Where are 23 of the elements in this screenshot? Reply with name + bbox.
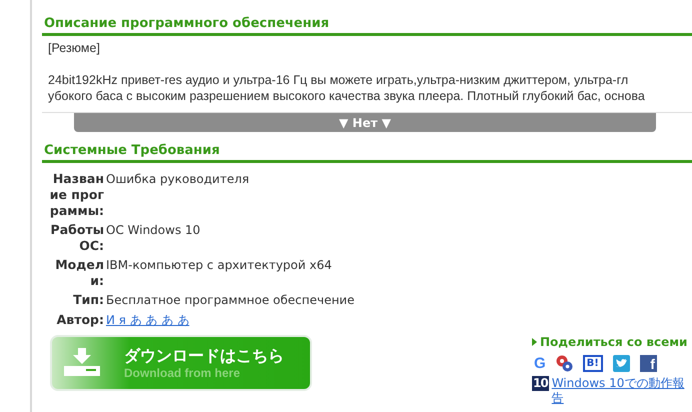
field-label: Автор: [56,312,104,329]
bookmark-icon[interactable]: B! [582,355,603,372]
collapse-button[interactable]: ▼ Нет ▼ [74,113,656,132]
share-heading: Поделиться со всеми [540,335,688,349]
field-value: ОС Windows 10 [106,222,200,239]
field-label: Работы ОС: [50,222,104,254]
field-label: Модели: [54,257,104,289]
field-value: Бесплатное программное обеспечение [106,292,354,309]
field-value: Ошибка руководителя [106,171,250,188]
summary-label: [Резюме] [48,40,101,56]
author-link[interactable]: И я あ あ あ あ [106,312,190,329]
download-button[interactable]: ダウンロードはこちら Download from here [50,335,312,391]
windows-ten-icon: 10 [532,376,549,391]
field-value: IBM-компьютер с архитектурой x64 [106,257,332,274]
field-label: Название программы: [48,171,104,219]
share-icon[interactable]: G [534,355,546,372]
field-label: Тип: [72,292,104,309]
section-heading: Системные Требования [42,142,692,163]
description-text: 24bit192kHz привет-res аудио и ультра-16 Гц вы можете играть,ультра-низким джиттером, ультра-гл [48,72,628,88]
description-text: убокого баса с высоким разрешением высокого качества звука плеера. Плотный глубокий бас, основа [48,88,645,104]
section-heading: Описание программного обеспечения [42,15,692,36]
share-icon[interactable]: f [640,355,657,372]
report-link[interactable]: Windows 10での動作報告 [552,376,692,406]
